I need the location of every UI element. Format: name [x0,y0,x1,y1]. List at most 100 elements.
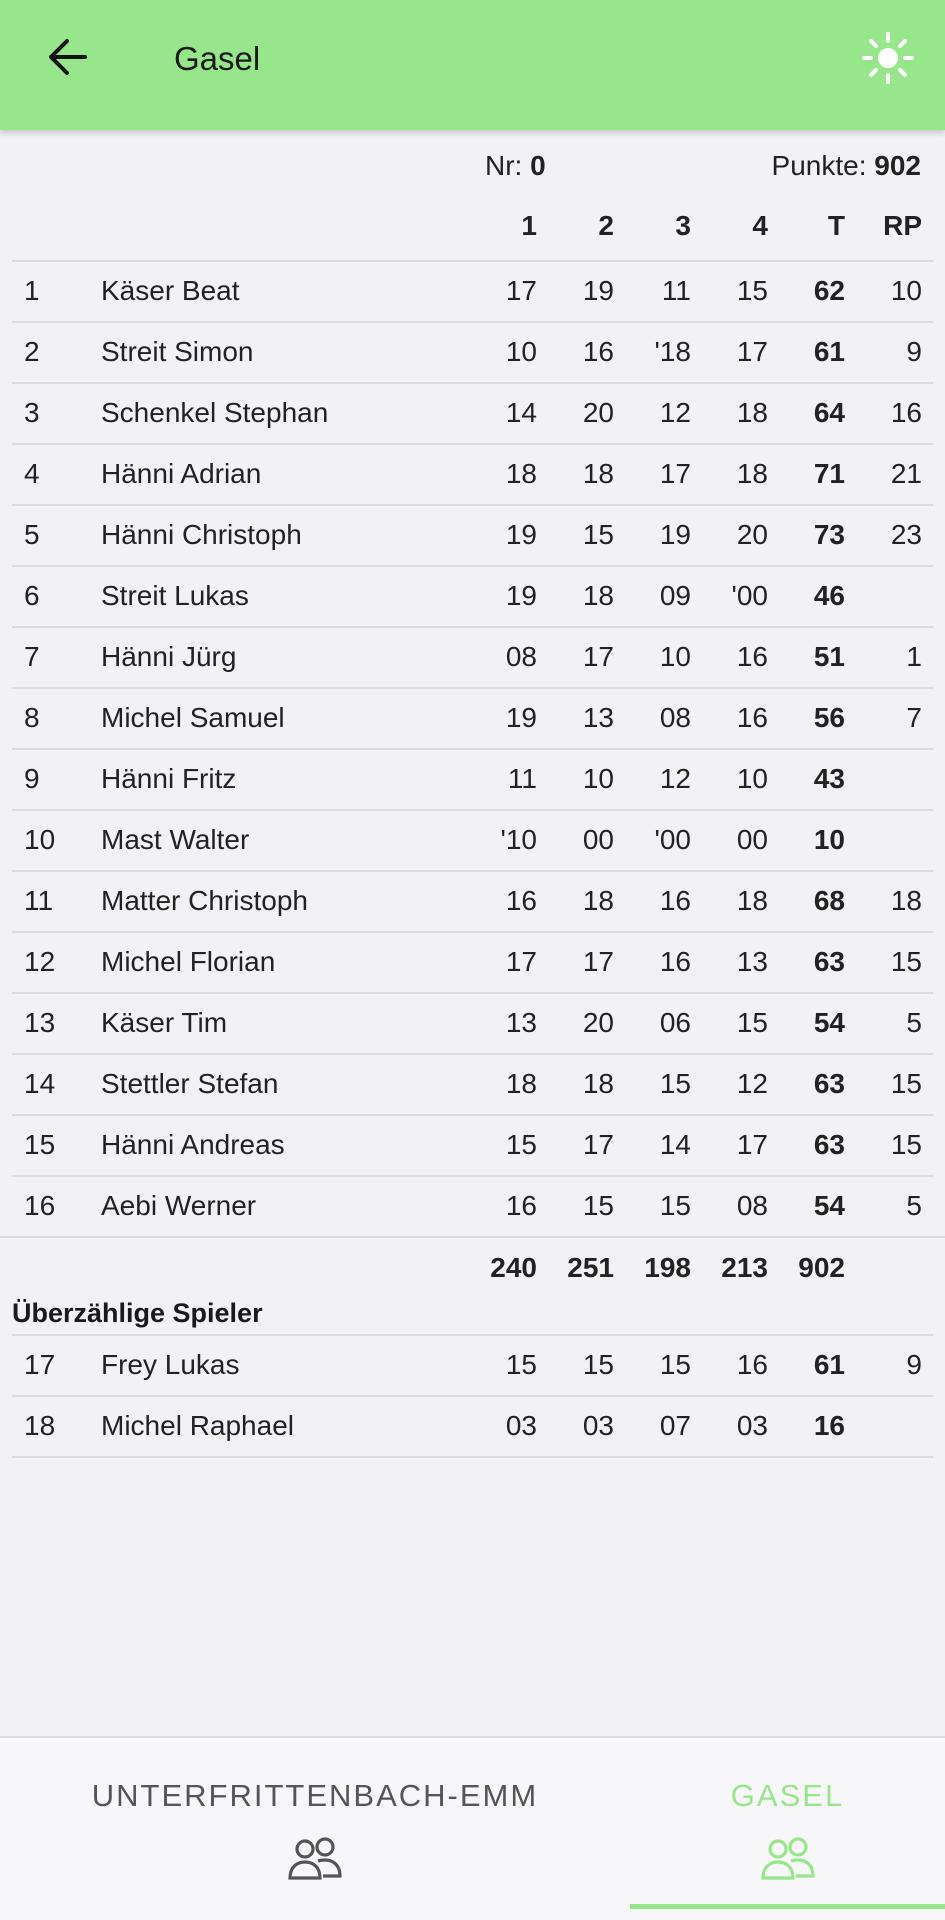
theme-toggle-button[interactable] [856,28,920,92]
score-cell: 18 [736,885,768,916]
table-row: 4 Hänni Adrian 18 18 17 18 71 21 [12,443,933,504]
score-cell: 14 [659,1129,691,1160]
table-row: 7 Hänni Jürg 08 17 10 16 51 1 [12,626,933,687]
back-button[interactable] [32,24,102,94]
player-name: Käser Tim [101,1007,228,1038]
score-cell: 17 [505,275,537,306]
rp-cell: 18 [890,885,922,916]
group-icon [758,1834,818,1884]
player-name: Hänni Andreas [101,1129,285,1160]
table-row: 16 Aebi Werner 16 15 15 08 54 5 [12,1175,933,1236]
score-cell: 16 [659,885,691,916]
totals-row: 240 251 198 213 902 [0,1236,945,1286]
page-title: Gasel [174,40,261,77]
score-cell: 20 [582,397,614,428]
rp-cell: 15 [890,1129,922,1160]
rp-cell: 15 [890,1068,922,1099]
rp-cell: 15 [890,946,922,977]
score-cell: 15 [582,1190,614,1221]
score-cell: 16 [736,641,768,672]
arrow-left-icon [45,37,89,82]
total-cell: 213 [721,1252,768,1283]
rank-cell: 16 [24,1190,56,1221]
tab-label: UNTERFRITTENBACH-EMM [91,1778,539,1813]
table-row: 2 Streit Simon 10 16 '18 17 61 9 [12,321,933,382]
table-row: 14 Stettler Stefan 18 18 15 12 63 15 [12,1053,933,1114]
score-cell: 15 [582,1349,614,1380]
rp-cell: 5 [906,1007,922,1038]
rank-cell: 18 [24,1410,56,1441]
table-row: 11 Matter Christoph 16 18 16 18 68 18 [12,870,933,931]
total-cell: 56 [813,702,845,733]
table-row: 8 Michel Samuel 19 13 08 16 56 7 [12,687,933,748]
table-row: 15 Hänni Andreas 15 17 14 17 63 15 [12,1114,933,1175]
score-cell: 16 [505,1190,537,1221]
score-cell: 18 [736,397,768,428]
column-header-row: 1 2 3 4 T RP [0,210,945,260]
total-cell: 62 [813,275,845,306]
score-cell: 15 [582,519,614,550]
player-name: Hänni Fritz [101,763,237,794]
score-cell: 15 [659,1068,691,1099]
score-cell: 18 [582,1068,614,1099]
selected-tab-indicator [630,1904,945,1909]
total-cell: 198 [644,1252,691,1283]
total-cell: 251 [567,1252,614,1283]
score-cell: 19 [505,702,537,733]
player-name: Matter Christoph [101,885,308,916]
rp-cell: 23 [890,519,922,550]
section-title: Überzählige Spieler [12,1298,263,1328]
tab-gasel[interactable]: GASEL [630,1738,945,1908]
score-cell: 15 [659,1349,691,1380]
rank-cell: 13 [24,1007,56,1038]
score-cell: 07 [659,1410,691,1441]
score-cell: 10 [582,763,614,794]
table-row: 18 Michel Raphael 03 03 07 03 16 [12,1395,933,1456]
score-cell: 16 [736,1349,768,1380]
rank-cell: 8 [24,702,40,733]
score-cell: 00 [736,824,768,855]
rank-cell: 14 [24,1068,56,1099]
player-name: Streit Simon [101,336,254,367]
score-cell: 08 [736,1190,768,1221]
score-cell: 18 [505,458,537,489]
score-cell: 10 [659,641,691,672]
rank-cell: 17 [24,1349,56,1380]
score-cell: 16 [505,885,537,916]
score-cell: 03 [505,1410,537,1441]
score-cell: 14 [505,397,537,428]
rp-cell: 7 [906,702,922,733]
score-cell: 18 [582,458,614,489]
player-name: Aebi Werner [101,1190,257,1221]
score-cell: 16 [659,946,691,977]
score-cell: 11 [507,763,537,794]
score-table: Nr: 0 Punkte: 902 1 2 3 4 T RP 1 Käser Be… [0,130,945,1736]
score-cell: '10 [500,824,538,855]
tab-unterfrittenbach-emm[interactable]: UNTERFRITTENBACH-EMM [0,1738,630,1908]
table-row: 6 Streit Lukas 19 18 09 '00 46 [12,565,933,626]
player-name: Mast Walter [101,824,250,855]
score-cell: 17 [582,946,614,977]
player-name: Hänni Jürg [101,641,237,672]
score-cell: 11 [661,275,691,306]
rank-cell: 6 [24,580,40,611]
score-cell: 16 [582,336,614,367]
total-cell: 54 [813,1190,845,1221]
table-row: 12 Michel Florian 17 17 16 13 63 15 [12,931,933,992]
score-cell: 10 [505,336,537,367]
rank-cell: 5 [24,519,40,550]
total-cell: 71 [813,458,845,489]
score-cell: 12 [736,1068,768,1099]
total-cell: 61 [813,336,845,367]
score-cell: 18 [582,580,614,611]
tab-label: GASEL [730,1778,845,1813]
score-cell: 19 [659,519,691,550]
player-name: Schenkel Stephan [101,397,329,428]
score-cell: 03 [736,1410,768,1441]
rank-cell: 4 [24,458,40,489]
score-cell: 19 [505,519,537,550]
score-cell: 18 [582,885,614,916]
table-row: 3 Schenkel Stephan 14 20 12 18 64 16 [12,382,933,443]
score-cell: 17 [736,1129,768,1160]
table-row: 1 Käser Beat 17 19 11 15 62 10 [12,260,933,321]
